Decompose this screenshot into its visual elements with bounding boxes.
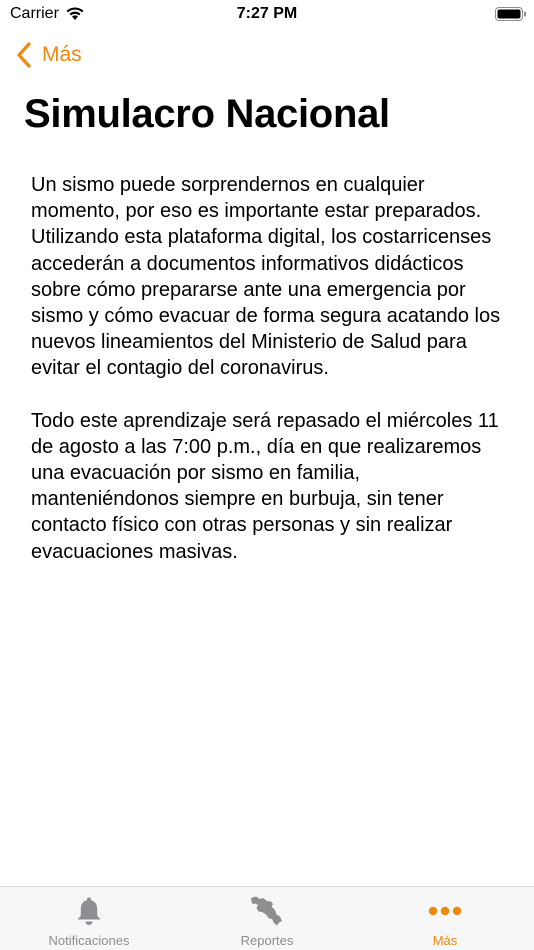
- status-bar: Carrier 7:27 PM: [0, 0, 534, 30]
- tab-notificaciones[interactable]: Notificaciones: [0, 887, 178, 950]
- article-body: Un sismo puede sorprendernos en cualquie…: [31, 172, 511, 591]
- tab-mas[interactable]: Más: [356, 887, 534, 950]
- costa-rica-map-icon: [251, 896, 282, 926]
- battery-icon: [495, 7, 526, 21]
- chevron-left-icon: [17, 42, 31, 68]
- page-title: Simulacro Nacional: [24, 92, 390, 136]
- more-dots-icon: [428, 906, 462, 916]
- tab-label: Notificaciones: [48, 933, 130, 948]
- tab-label: Reportes: [240, 933, 294, 948]
- back-button[interactable]: Más: [16, 40, 82, 70]
- tab-bar: Notificaciones Reportes Más: [0, 886, 534, 950]
- paragraph: Todo este aprendizaje será repasado el m…: [31, 409, 499, 563]
- status-time: 7:27 PM: [236, 5, 298, 22]
- tab-label: Más: [432, 933, 458, 948]
- bell-icon: [77, 897, 101, 925]
- back-label: Más: [42, 43, 82, 66]
- tab-reportes[interactable]: Reportes: [178, 887, 356, 950]
- paragraph: Un sismo puede sorprendernos en cualquie…: [31, 174, 501, 380]
- screen: Carrier 7:27 PM Más Simulacro Nacional U…: [0, 0, 534, 950]
